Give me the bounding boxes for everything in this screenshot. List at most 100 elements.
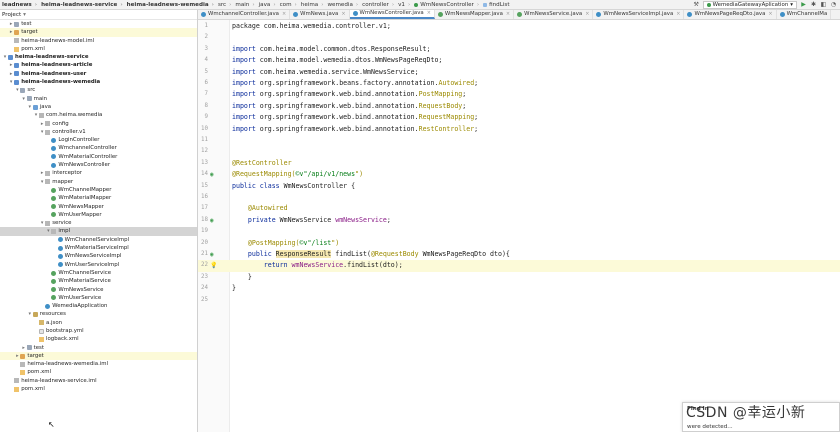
code-line[interactable]: 13 @RestController [198,158,840,169]
tree-item[interactable]: WmMaterialServiceImpl [0,244,197,252]
tree-item[interactable]: WmNewsServiceImpl [0,252,197,260]
chevron-down-icon[interactable]: ▾ [21,95,27,103]
editor-tab[interactable]: WmchannelController.java × [198,10,291,19]
editor-tab[interactable]: WmNewsService.java × [514,10,594,19]
code-line[interactable]: 6 import org.springframework.beans.factor… [198,78,840,89]
close-icon[interactable]: × [768,11,772,17]
tree-item[interactable]: WemediaApplication [0,302,197,310]
breadcrumb-item[interactable]: v1 › [396,2,412,8]
tree-item[interactable]: ▸ test [0,344,197,352]
close-icon[interactable]: × [427,10,431,16]
tree-item[interactable]: ▾ service [0,219,197,227]
chevron-down-icon[interactable]: ▾ [27,103,33,111]
run-configuration-select[interactable]: WemediaGatewayAplication ▾ [702,0,797,9]
code-line[interactable]: 20 @PostMapping(©∨"/list") [198,238,840,249]
code-line[interactable]: 21 ◉ public ResponseResult findList(@Requ… [198,249,840,260]
breadcrumb-item[interactable]: leadnews › [0,2,39,8]
bean-icon[interactable]: ◉ [210,215,214,226]
code-line[interactable]: 10 import org.springframework.web.bind.an… [198,124,840,135]
code-line[interactable]: 15 public class WmNewsController { [198,181,840,192]
tree-item[interactable]: ▸ target [0,351,197,361]
tree-item[interactable]: pom.xml [0,45,197,53]
breadcrumb-item[interactable]: wemedia › [325,2,360,8]
tree-item[interactable]: ▾ mapper [0,178,197,186]
tree-item[interactable]: ▸ config [0,120,197,128]
tree-item[interactable]: WmMaterialMapper [0,194,197,202]
tree-item[interactable]: WmchannelController [0,144,197,152]
tree-item[interactable]: ▾ main [0,95,197,103]
tree-item[interactable]: WmUserService [0,294,197,302]
breadcrumb-item[interactable]: findList [481,2,511,8]
code-line[interactable]: 25 [198,295,840,306]
editor-tab[interactable]: WmNewsPageReqDto.java × [684,10,777,19]
code-line[interactable]: 23 } [198,272,840,283]
close-icon[interactable]: × [341,11,345,17]
code-editor[interactable]: 1 package com.heima.wemedia.controller.v1… [198,20,840,432]
tree-item[interactable]: ▸ test [0,20,197,28]
breadcrumb-item[interactable]: src › [216,2,233,8]
tree-item[interactable]: ▸ heima-leadnews-user [0,70,197,78]
tree-item[interactable]: WmChannelServiceImpl [0,236,197,244]
tree-item[interactable]: pom.xml [0,385,197,393]
tree-item[interactable]: WmMaterialService [0,277,197,285]
tree-item[interactable]: ▾ src [0,86,197,94]
editor-tab[interactable]: WmNewsController.java × [349,10,435,19]
close-icon[interactable]: × [676,11,680,17]
bean-icon[interactable]: ◉ [210,169,214,180]
breadcrumb-item[interactable]: com › [278,2,299,8]
tree-item[interactable]: WmChannelMapper [0,186,197,194]
breadcrumb-item[interactable]: WmNewsController › [412,2,481,8]
profile-icon[interactable]: ◔ [830,1,837,8]
tree-item[interactable]: WmChannelService [0,269,197,277]
tree-item[interactable]: ▸ heima-leadnews-article [0,61,197,69]
code-line[interactable]: 7 import org.springframework.web.bind.ann… [198,89,840,100]
tree-item[interactable]: heima-leadnews-wemedia.iml [0,360,197,368]
editor-tab[interactable]: WmNewsMapper.java × [435,10,515,19]
code-line[interactable]: 3 import com.heima.model.common.dtos.Resp… [198,44,840,55]
code-line[interactable]: 2 [198,32,840,43]
breadcrumb-item[interactable]: java › [257,2,278,8]
tree-item[interactable]: bootstrap.yml [0,327,197,335]
code-line[interactable]: 8 import org.springframework.web.bind.ann… [198,101,840,112]
close-icon[interactable]: × [585,11,589,17]
tree-item[interactable]: LoginController [0,136,197,144]
tree-item[interactable]: logback.xml [0,335,197,343]
tree-item[interactable]: WmMaterialController [0,153,197,161]
tree-item[interactable]: heima-leadnews-service.iml [0,377,197,385]
close-icon[interactable]: × [506,11,510,17]
code-line[interactable]: 11 [198,135,840,146]
tree-item[interactable]: pom.xml [0,368,197,376]
code-line[interactable]: 9 import org.springframework.web.bind.ann… [198,112,840,123]
breadcrumb-item[interactable]: heima-leadnews-service › [39,2,125,8]
code-line[interactable]: 12 [198,146,840,157]
tree-item[interactable]: WmNewsController [0,161,197,169]
editor-tab[interactable]: WmNews.java × [290,10,350,19]
breadcrumb-item[interactable]: main › [233,2,256,8]
tree-item[interactable]: WmNewsMapper [0,203,197,211]
tree-item[interactable]: ▾ resources [0,310,197,318]
tree-item[interactable]: heima-leadnews-model.iml [0,37,197,45]
breadcrumb-item[interactable]: heima-leadnews-wemedia › [125,2,216,8]
tree-item[interactable]: a.json [0,319,197,327]
code-line[interactable]: 19 [198,226,840,237]
code-line[interactable]: 18 ◉ private WmNewsService wmNewsService; [198,215,840,226]
breadcrumb-item[interactable]: heima › [299,2,326,8]
chevron-down-icon[interactable]: ▾ [27,310,33,318]
play-icon[interactable]: ▶ [800,1,807,8]
bug-icon[interactable]: ✱ [810,1,817,8]
tree-item[interactable]: WmUserMapper [0,211,197,219]
code-line[interactable]: 17 @Autowired [198,203,840,214]
code-line[interactable]: 14 ◉ @RequestMapping(©∨"/api/v1/news") [198,169,840,180]
tree-item[interactable]: ▾ java [0,103,197,111]
editor-tab[interactable]: WmChannelMa [777,10,832,19]
tree-item[interactable]: ▸ interceptor [0,169,197,177]
tree-item[interactable]: WmUserServiceImpl [0,261,197,269]
bean-icon[interactable]: ◉ [210,249,214,260]
tree-item[interactable]: ▾ heima-leadnews-service [0,53,197,61]
code-line[interactable]: 4 import com.heima.model.wemedia.dtos.WmN… [198,55,840,66]
close-icon[interactable]: × [282,11,286,17]
tree-item[interactable]: WmNewsService [0,286,197,294]
hammer-icon[interactable]: ⚒ [693,1,700,8]
lightbulb-icon[interactable]: 💡 [210,260,217,271]
breadcrumb-item[interactable]: controller › [360,2,396,8]
